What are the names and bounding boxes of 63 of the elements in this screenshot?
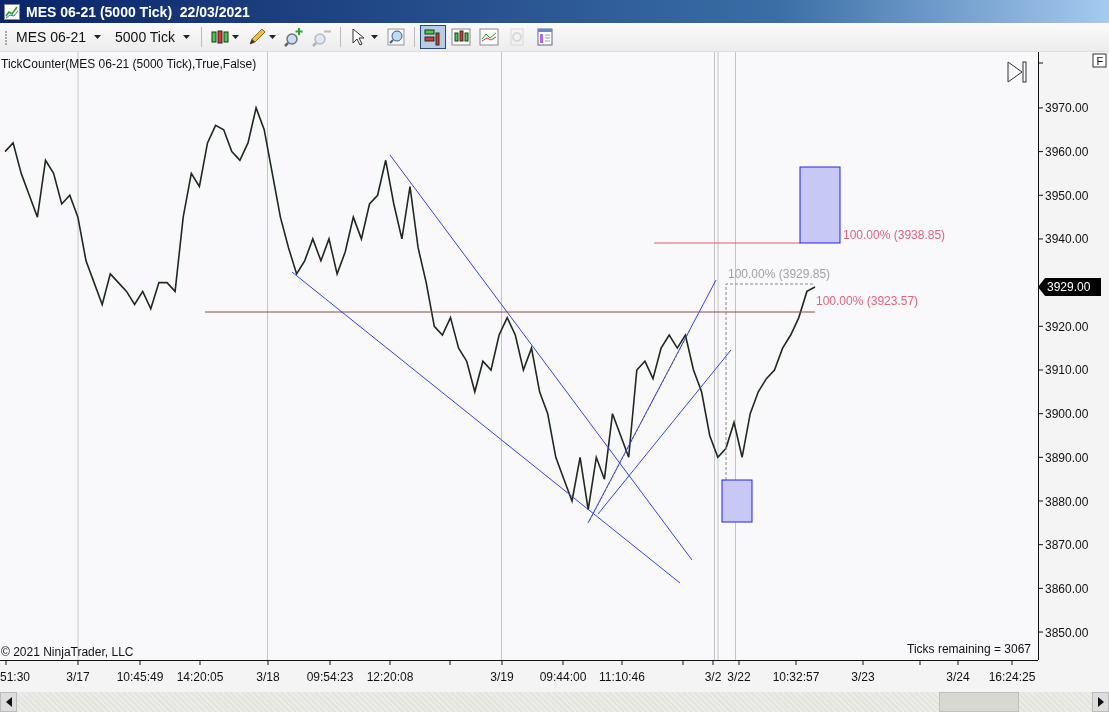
axis-label: 10:32:57 [772, 670, 820, 684]
level-label: 100.00% (3923.57) [816, 294, 919, 308]
axis-label: 3910.00 [1045, 363, 1089, 378]
axis-label: 14:20:05 [176, 670, 224, 684]
axis-label: 16:24:25 [988, 670, 1036, 684]
instrument-dropdown[interactable]: MES 06-21 [10, 27, 108, 47]
indicator-label: TickCounter(MES 06-21 (5000 Tick),True,False) [1, 57, 257, 71]
left-arrow-icon [5, 697, 12, 707]
axis-label: 3940.00 [1045, 232, 1089, 247]
caret-icon [94, 35, 102, 39]
level-label: 100.00% (3938.85) [843, 228, 946, 242]
candlestick-icon [210, 27, 230, 47]
chart-icon [4, 3, 20, 20]
candlestick-chart-icon [451, 27, 471, 47]
price-zone-rectangle [721, 479, 753, 523]
axis-label: 09:44:00 [539, 670, 587, 684]
axis-label: 3890.00 [1045, 450, 1089, 465]
pencil-icon [247, 27, 267, 47]
axis-label: 3/17 [66, 670, 90, 684]
axis-label: 3/22 [727, 670, 751, 684]
magnifier-icon [386, 27, 406, 47]
caret-icon [183, 35, 190, 39]
axis-label: 3900.00 [1045, 407, 1089, 422]
axis-label: 3970.00 [1045, 101, 1089, 116]
line-chart-icon [479, 27, 499, 47]
caret-icon [232, 35, 239, 39]
axis-label: 3/2 [704, 670, 722, 684]
axis-label: 09:54:23 [306, 670, 354, 684]
level-label: 100.00% (3929.85) [728, 267, 831, 281]
properties-icon [535, 27, 555, 47]
chart-style-tool-button[interactable] [448, 25, 474, 49]
axis-label: 3960.00 [1045, 145, 1089, 160]
axis-label: 3/23 [851, 670, 875, 684]
axis-label: 3850.00 [1045, 625, 1089, 640]
scroll-right-button[interactable] [1092, 692, 1109, 712]
axis-label: 3860.00 [1045, 581, 1089, 596]
axis-label: 3/18 [256, 670, 280, 684]
caret-icon [269, 35, 276, 39]
axis-label: 12:20:08 [366, 670, 414, 684]
axis-label: 51:30 [0, 670, 31, 684]
data-box-tool-button[interactable] [420, 25, 446, 49]
axis-label: 11:10:46 [599, 670, 645, 684]
scrollbar-thumb[interactable] [939, 692, 1019, 712]
axis-label: 3920.00 [1045, 319, 1089, 334]
scroll-left-button[interactable] [0, 692, 17, 712]
axis-label: 3870.00 [1045, 538, 1089, 553]
axis-label: 3950.00 [1045, 188, 1089, 203]
ticks-remaining-text: Ticks remaining = 3067 [907, 642, 1031, 656]
horizontal-scrollbar[interactable] [0, 692, 1109, 712]
toolbar-grip-icon[interactable] [4, 28, 8, 46]
bars-icon [423, 27, 443, 47]
axis-label: 3/24 [946, 670, 970, 684]
window-title: MES 06-21 (5000 Tick) 22/03/2021 [26, 3, 250, 20]
axis-label: 10:45:49 [116, 670, 164, 684]
interval-dropdown[interactable]: 5000 Tick [109, 27, 196, 47]
caret-icon [371, 35, 378, 39]
scroll-to-end-icon[interactable] [1007, 61, 1027, 83]
axis-label: 3/19 [490, 670, 514, 684]
axis-label: 3880.00 [1045, 494, 1089, 509]
right-arrow-icon [1097, 697, 1104, 707]
copyright-text: © 2021 NinjaTrader, LLC [1, 645, 134, 659]
zoom-in-icon [284, 27, 304, 47]
f-button[interactable]: F [1092, 53, 1107, 68]
